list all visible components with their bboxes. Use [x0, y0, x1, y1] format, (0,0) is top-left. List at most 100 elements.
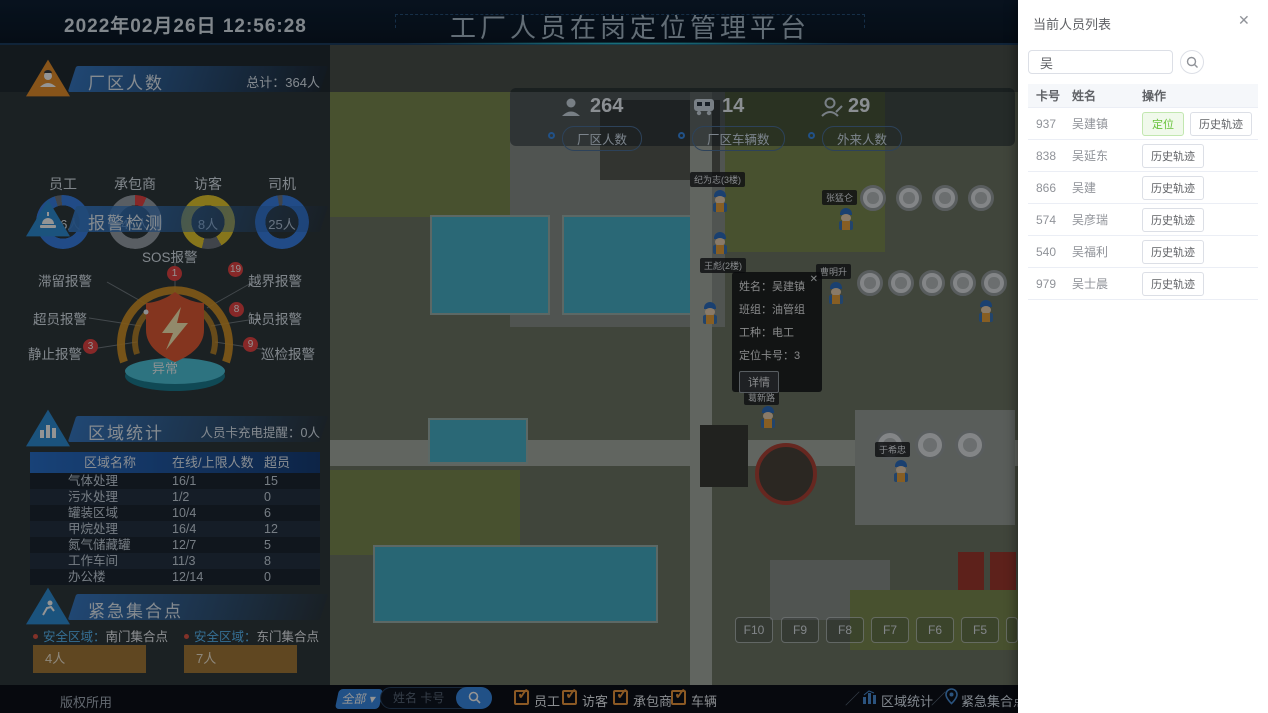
- alarm-center-label: 异常: [137, 358, 193, 377]
- history-track-button[interactable]: 历史轨迹: [1190, 112, 1252, 136]
- filter-all-dropdown[interactable]: 全部 ▾: [335, 689, 383, 709]
- floor-button-clipped[interactable]: [1006, 617, 1018, 643]
- personnel-row: 838 吴延东 历史轨迹: [1028, 140, 1258, 172]
- alarm-label: 越界报警: [248, 270, 302, 290]
- popup-close-icon[interactable]: ✕: [810, 274, 818, 285]
- checkbox-label[interactable]: 承包商: [633, 691, 672, 710]
- worker-marker[interactable]: [712, 232, 728, 254]
- search-icon: [1186, 56, 1199, 69]
- worker-marker[interactable]: [838, 208, 854, 230]
- panel-search-input[interactable]: [1038, 53, 1163, 71]
- alarm-badge: 8: [229, 302, 244, 317]
- map-pool: [430, 215, 550, 315]
- zone-label: 安全区域：: [184, 630, 257, 644]
- check-icon: ✓: [565, 685, 578, 703]
- history-track-button[interactable]: 历史轨迹: [1142, 240, 1204, 264]
- bottom-link-assembly[interactable]: 紧急集合点: [961, 691, 1026, 710]
- section-title: 区域统计: [88, 419, 164, 444]
- stat-vehicle-icon: [692, 96, 716, 121]
- history-track-button[interactable]: 历史轨迹: [1142, 208, 1204, 232]
- check-icon: ✓: [517, 685, 530, 703]
- checkbox-label[interactable]: 车辆: [691, 691, 717, 710]
- map-pool: [562, 215, 702, 315]
- checkbox-vehicles[interactable]: ✓: [671, 690, 686, 705]
- worker-marker[interactable]: [702, 302, 718, 324]
- history-track-button[interactable]: 历史轨迹: [1142, 144, 1204, 168]
- area-row[interactable]: 氮气储藏罐12/75: [30, 537, 320, 553]
- assembly-point: 安全区域：东门集合点: [184, 626, 319, 646]
- floor-button[interactable]: F7: [871, 617, 909, 643]
- stat-personnel-icon: [560, 96, 582, 123]
- area-row[interactable]: 污水处理1/20: [30, 489, 320, 505]
- worker-marker[interactable]: [712, 190, 728, 212]
- worker-vest-icon: [829, 295, 843, 304]
- section-assembly: 紧急集合点: [0, 590, 330, 620]
- person-name: 吴彦瑞: [1072, 211, 1142, 228]
- area-online: 10/4: [172, 505, 264, 521]
- header-decoration: [395, 14, 865, 28]
- history-track-button[interactable]: 历史轨迹: [1142, 176, 1204, 200]
- popup-row: 班组：油管组: [739, 301, 815, 317]
- map-block: [330, 92, 515, 217]
- area-row[interactable]: 罐装区域10/46: [30, 505, 320, 521]
- checkbox-visitors[interactable]: ✓: [562, 690, 577, 705]
- donut-label: 访客: [172, 174, 244, 194]
- panel-search-button[interactable]: [1180, 50, 1204, 74]
- storage-tank: [950, 270, 976, 296]
- bottom-search-button[interactable]: [456, 687, 492, 709]
- locate-button[interactable]: 定位: [1142, 112, 1184, 136]
- alarm-badge: 3: [83, 339, 98, 354]
- personnel-row: 937 吴建镇 定位历史轨迹: [1028, 108, 1258, 140]
- map-block-red: [958, 552, 984, 592]
- area-over: 5: [264, 537, 320, 553]
- area-name: 罐装区域: [30, 505, 172, 521]
- section-title: 厂区人数: [88, 69, 164, 94]
- history-track-button[interactable]: 历史轨迹: [1142, 272, 1204, 296]
- area-row[interactable]: 办公楼12/140: [30, 569, 320, 585]
- person-name: 吴士晨: [1072, 275, 1142, 292]
- worker-marker[interactable]: [828, 282, 844, 304]
- area-online: 12/7: [172, 537, 264, 553]
- area-row[interactable]: 甲烷处理16/412: [30, 521, 320, 537]
- floor-button[interactable]: F6: [916, 617, 954, 643]
- checkbox-contractors[interactable]: ✓: [613, 690, 628, 705]
- floor-button[interactable]: F10: [735, 617, 773, 643]
- bottom-link-area-stats[interactable]: 区域统计: [881, 691, 933, 710]
- storage-tank: [857, 270, 883, 296]
- alarm-badge: 1: [167, 266, 182, 281]
- floor-button[interactable]: F8: [826, 617, 864, 643]
- popup-detail-button[interactable]: 详情: [739, 371, 779, 393]
- popup-row: 姓名：吴建镇: [739, 278, 815, 294]
- stat-value: 264: [590, 95, 623, 118]
- check-icon: ✓: [616, 685, 629, 703]
- stat-label: 外来人数: [822, 126, 902, 151]
- bottom-search-input[interactable]: [391, 689, 461, 707]
- alarm-label: 超员报警: [33, 308, 87, 328]
- floor-button[interactable]: F5: [961, 617, 999, 643]
- zone-name: 东门集合点: [257, 630, 320, 644]
- checkbox-label[interactable]: 员工: [534, 691, 560, 710]
- area-online: 11/3: [172, 553, 264, 569]
- storage-tank: [981, 270, 1007, 296]
- storage-tank: [888, 270, 914, 296]
- section-areas: 区域统计 人员卡充电提醒：0人: [0, 412, 330, 442]
- panel-close-icon[interactable]: ✕: [1238, 12, 1250, 29]
- worker-marker[interactable]: [893, 460, 909, 482]
- stat-dot: [548, 132, 555, 139]
- area-row[interactable]: 气体处理16/115: [30, 473, 320, 489]
- column-header: 卡号: [1028, 84, 1072, 107]
- area-row[interactable]: 工作车间11/38: [30, 553, 320, 569]
- worker-vest-icon: [713, 203, 727, 212]
- checkbox-employees[interactable]: ✓: [514, 690, 529, 705]
- worker-marker[interactable]: [978, 300, 994, 322]
- floor-button[interactable]: F9: [781, 617, 819, 643]
- assembly-point: 安全区域：南门集合点: [33, 626, 168, 646]
- person-info-popup: ✕ 姓名：吴建镇 班组：油管组 工种：电工 定位卡号：3 详情: [732, 272, 822, 392]
- storage-tank: [860, 185, 886, 211]
- area-over: 8: [264, 553, 320, 569]
- stat-dot: [678, 132, 685, 139]
- area-over: 0: [264, 569, 320, 585]
- worker-marker[interactable]: [760, 406, 776, 428]
- checkbox-label[interactable]: 访客: [582, 691, 608, 710]
- card-number: 838: [1028, 149, 1072, 163]
